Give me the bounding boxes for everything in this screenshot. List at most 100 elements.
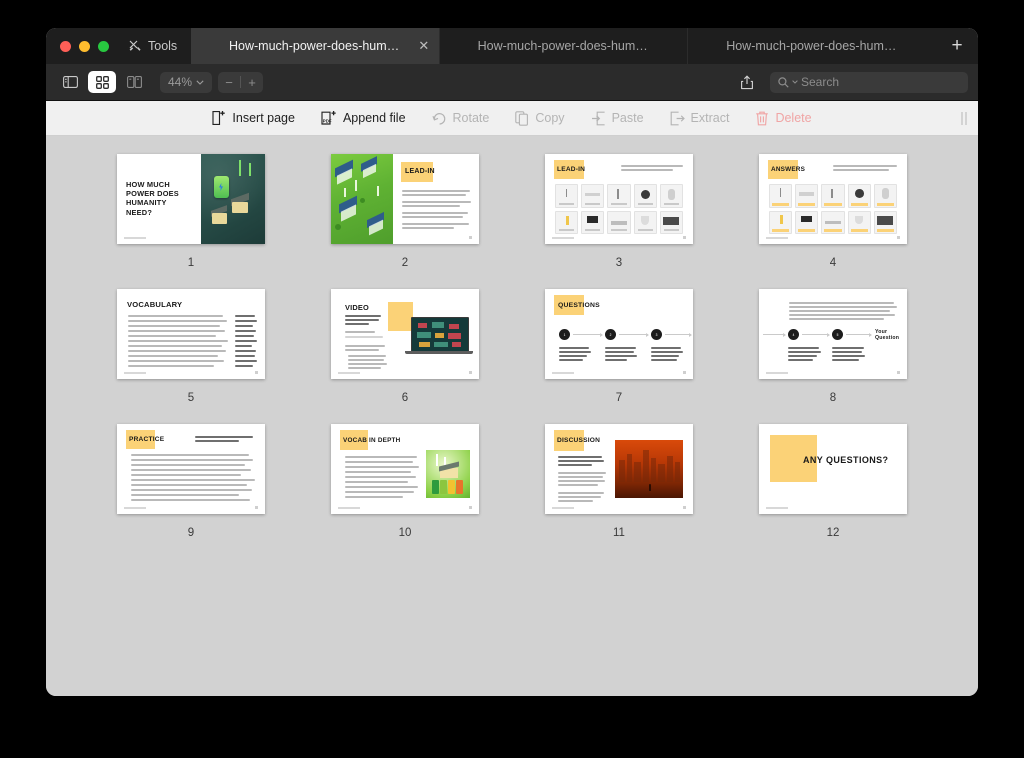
tree bbox=[335, 224, 341, 230]
copy-button: Copy bbox=[515, 110, 565, 126]
question-step-circle: 3 bbox=[651, 329, 662, 340]
slide-page-marker bbox=[683, 371, 686, 374]
slide-page-marker bbox=[469, 506, 472, 509]
appliance-item bbox=[581, 210, 605, 234]
page-cell-6: VIDEO 6 bbox=[298, 289, 512, 404]
slide-5: VOCABULARY bbox=[117, 289, 265, 379]
appliance-item bbox=[659, 184, 683, 208]
thumbnail-canvas[interactable]: HOW MUCH POWER DOES HUMANITY NEED? 1 LEA… bbox=[46, 136, 978, 696]
page-thumbnail-5[interactable]: VOCABULARY bbox=[117, 289, 265, 379]
zoom-out-button[interactable]: − bbox=[218, 72, 240, 93]
slide-4: ANSWERS bbox=[759, 154, 907, 244]
window-controls bbox=[46, 28, 122, 64]
appliance-answer-item bbox=[847, 210, 871, 234]
maximize-window-button[interactable] bbox=[98, 40, 109, 52]
slide-6-title: VIDEO bbox=[345, 303, 369, 312]
search-input[interactable]: Search bbox=[770, 71, 968, 93]
page-thumbnail-1[interactable]: HOW MUCH POWER DOES HUMANITY NEED? bbox=[117, 154, 265, 244]
appliance-answer-item bbox=[821, 184, 845, 208]
chevron-down-icon bbox=[196, 79, 204, 85]
page-thumbnail-11[interactable]: DISCUSSION bbox=[545, 424, 693, 514]
page-cell-3: LEAD-IN 3 bbox=[512, 154, 726, 269]
page-thumbnail-6[interactable]: VIDEO bbox=[331, 289, 479, 379]
tab-3[interactable]: How-much-power-does-humanity-ne... bbox=[687, 28, 936, 64]
slide-2-title: LEAD-IN bbox=[405, 168, 435, 175]
wind-turbine bbox=[249, 163, 251, 176]
slide-11: DISCUSSION bbox=[545, 424, 693, 514]
tools-button[interactable]: Tools bbox=[122, 28, 191, 64]
tab-1[interactable]: How-much-power-does-humanity-n... ✕ bbox=[191, 28, 439, 64]
new-tab-button[interactable]: + bbox=[936, 28, 978, 64]
minimize-window-button[interactable] bbox=[79, 40, 90, 52]
slide-3-title: LEAD-IN bbox=[557, 166, 586, 173]
tab-2[interactable]: How-much-power-does-humanity-ne... bbox=[438, 28, 688, 64]
slide-1-artwork bbox=[201, 154, 265, 244]
wind-turbine bbox=[377, 186, 379, 196]
step-connector-arrow bbox=[802, 332, 830, 337]
application-window: Tools How-much-power-does-humanity-n... … bbox=[46, 28, 978, 696]
share-icon bbox=[741, 74, 753, 89]
battery-illustration bbox=[214, 176, 229, 198]
page-thumbnail-10[interactable]: VOCAB IN DEPTH bbox=[331, 424, 479, 514]
sidebar-toggle-button[interactable] bbox=[56, 71, 84, 93]
page-number-label: 11 bbox=[613, 527, 625, 539]
close-icon[interactable]: ✕ bbox=[417, 39, 431, 53]
page-thumbnail-9[interactable]: PRACTICE bbox=[117, 424, 265, 514]
page-number-label: 9 bbox=[187, 527, 195, 539]
two-page-view-button[interactable] bbox=[120, 71, 148, 93]
laptop-screen bbox=[411, 317, 469, 353]
rotate-icon bbox=[431, 112, 445, 125]
question-step-circle: 1 bbox=[559, 329, 570, 340]
appliance-item bbox=[607, 210, 631, 234]
slide-10: VOCAB IN DEPTH bbox=[331, 424, 479, 514]
thumbnail-grid-view-button[interactable] bbox=[88, 71, 116, 93]
appliance-answer-item bbox=[769, 210, 793, 234]
appliance-answer-item bbox=[795, 184, 819, 208]
extract-button: Extract bbox=[670, 111, 729, 126]
slide-footer bbox=[552, 507, 574, 509]
slide-footer bbox=[124, 507, 146, 509]
insert-page-button[interactable]: Insert page bbox=[212, 110, 295, 126]
slide-footer bbox=[552, 237, 574, 239]
slide-footer bbox=[124, 372, 146, 374]
question-step-circle: 2 bbox=[605, 329, 616, 340]
page-thumbnail-3[interactable]: LEAD-IN bbox=[545, 154, 693, 244]
slide-9: PRACTICE bbox=[117, 424, 265, 514]
appliance-answer-item bbox=[795, 210, 819, 234]
toolbar-resize-grip[interactable] bbox=[961, 111, 967, 125]
slide-5-title: VOCABULARY bbox=[127, 300, 183, 309]
page-thumbnail-4[interactable]: ANSWERS bbox=[759, 154, 907, 244]
slide-6: VIDEO bbox=[331, 289, 479, 379]
page-thumbnail-7[interactable]: QUESTIONS 1 2 3 bbox=[545, 289, 693, 379]
close-window-button[interactable] bbox=[60, 40, 71, 52]
step-connector-arrow bbox=[763, 332, 786, 337]
page-cell-12: ANY QUESTIONS? 12 bbox=[726, 424, 940, 539]
smog-city-photo bbox=[615, 440, 683, 498]
page-thumbnail-8[interactable]: 4 5 Your Question bbox=[759, 289, 907, 379]
zoom-level-value: 44% bbox=[168, 75, 193, 89]
slide-page-marker bbox=[469, 236, 472, 239]
page-cell-5: VOCABULARY 5 bbox=[84, 289, 298, 404]
slide-page-marker bbox=[897, 236, 900, 239]
zoom-in-button[interactable]: + bbox=[241, 72, 263, 93]
slide-1: HOW MUCH POWER DOES HUMANITY NEED? bbox=[117, 154, 265, 244]
share-button[interactable] bbox=[734, 71, 760, 93]
appliance-answer-item bbox=[873, 210, 897, 234]
zoom-level-dropdown[interactable]: 44% bbox=[160, 71, 213, 93]
page-thumbnail-2[interactable]: LEAD-IN bbox=[331, 154, 479, 244]
slide-footer bbox=[338, 507, 360, 509]
appliance-item bbox=[555, 184, 579, 208]
step-connector-arrow bbox=[573, 332, 603, 337]
slide-footer bbox=[766, 507, 788, 509]
slide-footer bbox=[766, 372, 788, 374]
slide-1-title: HOW MUCH POWER DOES HUMANITY NEED? bbox=[126, 180, 179, 217]
page-thumbnail-12[interactable]: ANY QUESTIONS? bbox=[759, 424, 907, 514]
slide-8: 4 5 Your Question bbox=[759, 289, 907, 379]
svg-text:PDF: PDF bbox=[323, 119, 332, 124]
page-number-label: 1 bbox=[187, 257, 195, 269]
extract-icon bbox=[670, 111, 685, 125]
append-file-button[interactable]: PDF Append file bbox=[321, 110, 406, 126]
slide-7: QUESTIONS 1 2 3 bbox=[545, 289, 693, 379]
energy-rating-illustration bbox=[426, 450, 470, 498]
house-body bbox=[212, 213, 227, 224]
